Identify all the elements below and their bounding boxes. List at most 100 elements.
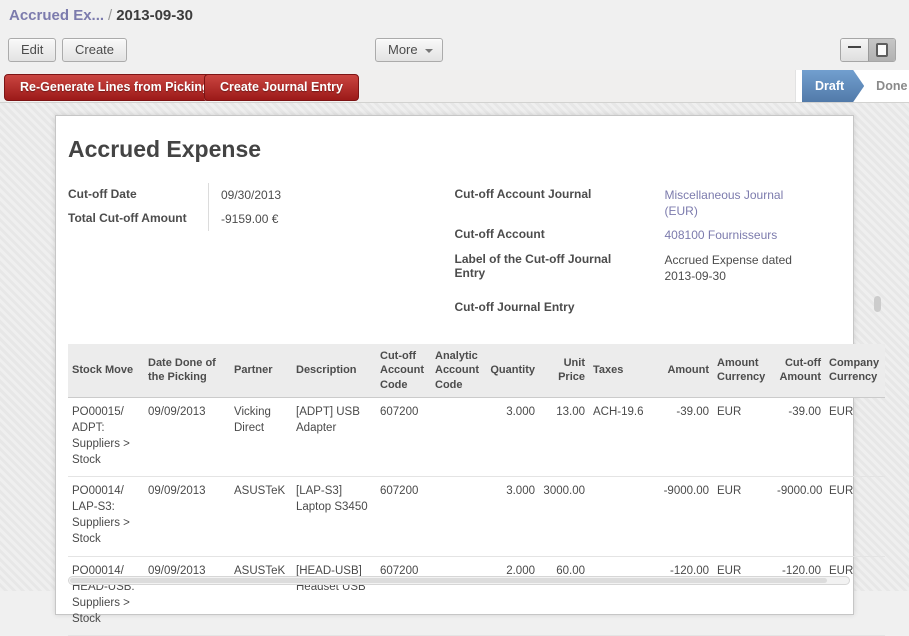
column-header-quantity[interactable]: Quantity xyxy=(483,344,539,397)
table-cell: -39.00 xyxy=(773,397,825,476)
field-total-cutoff-amount: Total Cut-off Amount -9159.00 € xyxy=(68,207,455,231)
cutoff-account-journal-label: Cut-off Account Journal xyxy=(455,183,653,223)
column-header-company-currency[interactable]: Company Currency xyxy=(825,344,885,397)
table-cell: 09/09/2013 xyxy=(144,397,230,476)
table-cell xyxy=(431,397,483,476)
chevron-down-icon xyxy=(425,49,433,53)
table-cell: EUR xyxy=(713,397,773,476)
table-cell: -9000.00 xyxy=(655,477,713,556)
table-cell: EUR xyxy=(713,477,773,556)
table-cell: 3.000 xyxy=(483,477,539,556)
main-area: Accrued Expense Cut-off Date 09/30/2013 … xyxy=(0,103,909,591)
status-step-done: Done xyxy=(864,70,909,102)
table-cell: -39.00 xyxy=(655,397,713,476)
table-cell: EUR xyxy=(825,477,885,556)
table-cell: 2.000 xyxy=(483,556,539,635)
table-cell: EUR xyxy=(825,397,885,476)
breadcrumb-separator: / xyxy=(104,7,116,24)
column-header-amount-currency[interactable]: Amount Currency xyxy=(713,344,773,397)
table-cell: ASUSTeK xyxy=(230,477,292,556)
action-bar: Re-Generate Lines from Picking Create Jo… xyxy=(0,70,909,103)
create-button[interactable]: Create xyxy=(62,38,127,62)
table-cell: 13.00 xyxy=(539,397,589,476)
table-cell: PO00014/ LAP-S3: Suppliers > Stock xyxy=(68,477,144,556)
table-cell: -120.00 xyxy=(655,556,713,635)
table-cell: 60.00 xyxy=(539,556,589,635)
cutoff-journal-entry-label: Cut-off Journal Entry xyxy=(455,296,653,318)
table-cell: [ADPT] USB Adapter xyxy=(292,397,376,476)
toolbar: Edit Create More xyxy=(0,32,909,70)
table-cell xyxy=(589,556,655,635)
regenerate-lines-button[interactable]: Re-Generate Lines from Picking xyxy=(4,74,226,101)
table-cell: -9000.00 xyxy=(773,477,825,556)
column-header-date-done-of-the-picking[interactable]: Date Done of the Picking xyxy=(144,344,230,397)
lines-table: Stock MoveDate Done of the PickingPartne… xyxy=(68,344,885,636)
more-button-label: More xyxy=(388,42,418,57)
form-view-icon xyxy=(876,43,888,57)
status-bar: Draft Done xyxy=(795,70,909,102)
list-view-icon xyxy=(848,46,861,48)
more-button[interactable]: More xyxy=(375,38,443,62)
breadcrumb-current: 2013-09-30 xyxy=(116,7,193,24)
top-bar: Accrued Ex.../2013-09-30 xyxy=(0,0,909,32)
column-header-analytic-account-code[interactable]: Analytic Account Code xyxy=(431,344,483,397)
cutoff-account-journal-value[interactable]: Miscellaneous Journal (EUR) xyxy=(653,183,803,223)
table-cell: PO00015/ ADPT: Suppliers > Stock xyxy=(68,397,144,476)
column-header-stock-move[interactable]: Stock Move xyxy=(68,344,144,397)
table-row[interactable]: PO00014/ HEAD-USB: Suppliers > Stock09/0… xyxy=(68,556,885,635)
cutoff-date-label: Cut-off Date xyxy=(68,183,208,207)
table-cell: 3000.00 xyxy=(539,477,589,556)
label-of-journal-entry-label: Label of the Cut-off Journal Entry xyxy=(455,248,653,288)
cutoff-account-label: Cut-off Account xyxy=(455,223,653,247)
breadcrumb: Accrued Ex.../2013-09-30 xyxy=(9,7,193,24)
lines-table-wrap: Stock MoveDate Done of the PickingPartne… xyxy=(68,344,841,636)
field-journal-entry-label: Label of the Cut-off Journal Entry Accru… xyxy=(455,248,842,288)
cutoff-account-value[interactable]: 408100 Fournisseurs xyxy=(653,223,803,247)
column-header-taxes[interactable]: Taxes xyxy=(589,344,655,397)
vertical-scrollbar-handle[interactable] xyxy=(874,296,881,312)
column-header-description[interactable]: Description xyxy=(292,344,376,397)
form-fields: Cut-off Date 09/30/2013 Total Cut-off Am… xyxy=(68,183,841,318)
form-sheet: Accrued Expense Cut-off Date 09/30/2013 … xyxy=(55,115,854,615)
column-header-cut-off-amount[interactable]: Cut-off Amount xyxy=(773,344,825,397)
list-view-button[interactable] xyxy=(841,39,868,61)
table-cell: Vicking Direct xyxy=(230,397,292,476)
table-row[interactable]: PO00015/ ADPT: Suppliers > Stock09/09/20… xyxy=(68,397,885,476)
table-cell: -120.00 xyxy=(773,556,825,635)
breadcrumb-parent[interactable]: Accrued Ex... xyxy=(9,7,104,24)
horizontal-scrollbar[interactable] xyxy=(68,576,850,585)
cutoff-journal-entry-value xyxy=(653,296,803,318)
field-cutoff-account-journal: Cut-off Account Journal Miscellaneous Jo… xyxy=(455,183,842,223)
table-row[interactable]: PO00014/ LAP-S3: Suppliers > Stock09/09/… xyxy=(68,477,885,556)
table-cell: ACH-19.6 xyxy=(589,397,655,476)
table-cell: ASUSTeK xyxy=(230,556,292,635)
table-cell: EUR xyxy=(825,556,885,635)
edit-button[interactable]: Edit xyxy=(8,38,56,62)
column-header-partner[interactable]: Partner xyxy=(230,344,292,397)
table-cell: PO00014/ HEAD-USB: Suppliers > Stock xyxy=(68,556,144,635)
column-header-unit-price[interactable]: Unit Price xyxy=(539,344,589,397)
table-cell: 3.000 xyxy=(483,397,539,476)
table-cell xyxy=(589,477,655,556)
status-step-draft: Draft xyxy=(802,70,864,102)
view-switcher xyxy=(840,38,896,62)
field-group-left: Cut-off Date 09/30/2013 Total Cut-off Am… xyxy=(68,183,455,318)
create-journal-entry-button[interactable]: Create Journal Entry xyxy=(204,74,359,101)
horizontal-scrollbar-handle[interactable] xyxy=(70,578,827,583)
field-cutoff-account: Cut-off Account 408100 Fournisseurs xyxy=(455,223,842,247)
field-cutoff-journal-entry: Cut-off Journal Entry xyxy=(455,296,842,318)
cutoff-date-value: 09/30/2013 xyxy=(208,183,358,207)
table-cell: 607200 xyxy=(376,556,431,635)
column-header-cut-off-account-code[interactable]: Cut-off Account Code xyxy=(376,344,431,397)
field-group-right: Cut-off Account Journal Miscellaneous Jo… xyxy=(455,183,842,318)
table-cell: 09/09/2013 xyxy=(144,556,230,635)
table-cell: 607200 xyxy=(376,397,431,476)
table-cell: 09/09/2013 xyxy=(144,477,230,556)
column-header-amount[interactable]: Amount xyxy=(655,344,713,397)
table-cell: [HEAD-USB] Headset USB xyxy=(292,556,376,635)
table-cell: EUR xyxy=(713,556,773,635)
total-cutoff-amount-label: Total Cut-off Amount xyxy=(68,207,208,231)
table-header-row: Stock MoveDate Done of the PickingPartne… xyxy=(68,344,885,397)
total-cutoff-amount-value: -9159.00 € xyxy=(208,207,358,231)
form-view-button[interactable] xyxy=(868,39,895,61)
